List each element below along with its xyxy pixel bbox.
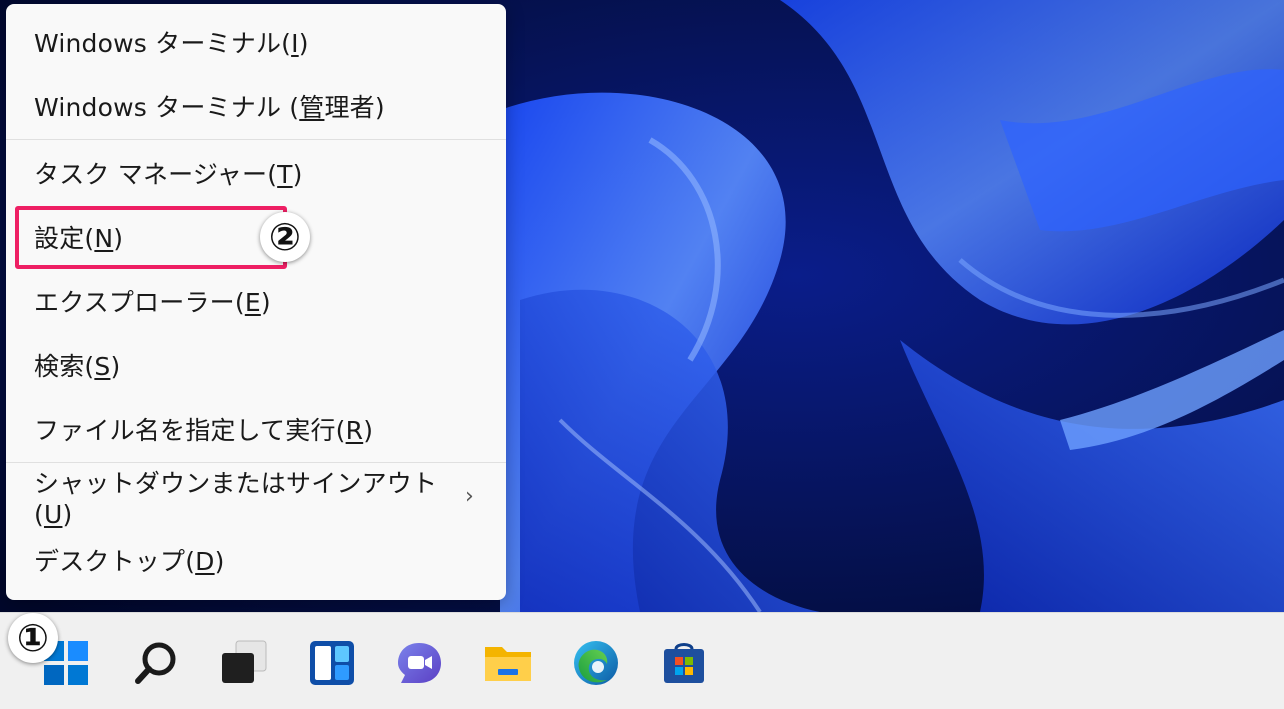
menu-item-explorer[interactable]: エクスプローラー(E) (6, 269, 506, 333)
taskbar (0, 612, 1284, 709)
edge-icon[interactable] (568, 635, 624, 691)
menu-item-search[interactable]: 検索(S) (6, 333, 506, 397)
menu-item-shutdown-signout[interactable]: シャットダウンまたはサインアウト(U) › (6, 464, 506, 529)
menu-item-label: ファイル名を指定して実行(R) (34, 416, 374, 445)
menu-item-label: 検索(S) (34, 352, 121, 381)
menu-separator (6, 139, 506, 140)
menu-item-task-manager[interactable]: タスク マネージャー(T) (6, 141, 506, 205)
menu-item-label: Windows ターミナル (管理者) (34, 93, 385, 122)
menu-item-run[interactable]: ファイル名を指定して実行(R) (6, 397, 506, 461)
menu-item-label: シャットダウンまたはサインアウト(U) (34, 468, 438, 529)
start-context-menu: Windows ターミナル(I) Windows ターミナル (管理者) タスク… (6, 4, 506, 600)
menu-item-desktop[interactable]: デスクトップ(D) (6, 528, 506, 592)
menu-item-windows-terminal-admin[interactable]: Windows ターミナル (管理者) (6, 74, 506, 138)
chevron-right-icon: › (465, 483, 474, 509)
search-icon[interactable] (128, 635, 184, 691)
menu-item-settings[interactable]: 設定(N) (6, 205, 506, 269)
store-icon[interactable] (656, 635, 712, 691)
menu-item-label: Windows ターミナル(I) (34, 29, 309, 58)
step-1-badge: ① (8, 613, 58, 663)
menu-item-label: デスクトップ(D) (34, 547, 225, 576)
task-view-icon[interactable] (216, 635, 272, 691)
menu-item-windows-terminal[interactable]: Windows ターミナル(I) (6, 10, 506, 74)
menu-item-label: タスク マネージャー(T) (34, 160, 303, 189)
menu-item-label: 設定(N) (34, 224, 124, 253)
file-explorer-icon[interactable] (480, 635, 536, 691)
widgets-icon[interactable] (304, 635, 360, 691)
menu-item-label: エクスプローラー(E) (34, 288, 271, 317)
teams-chat-icon[interactable] (392, 635, 448, 691)
step-2-badge: ② (260, 212, 310, 262)
